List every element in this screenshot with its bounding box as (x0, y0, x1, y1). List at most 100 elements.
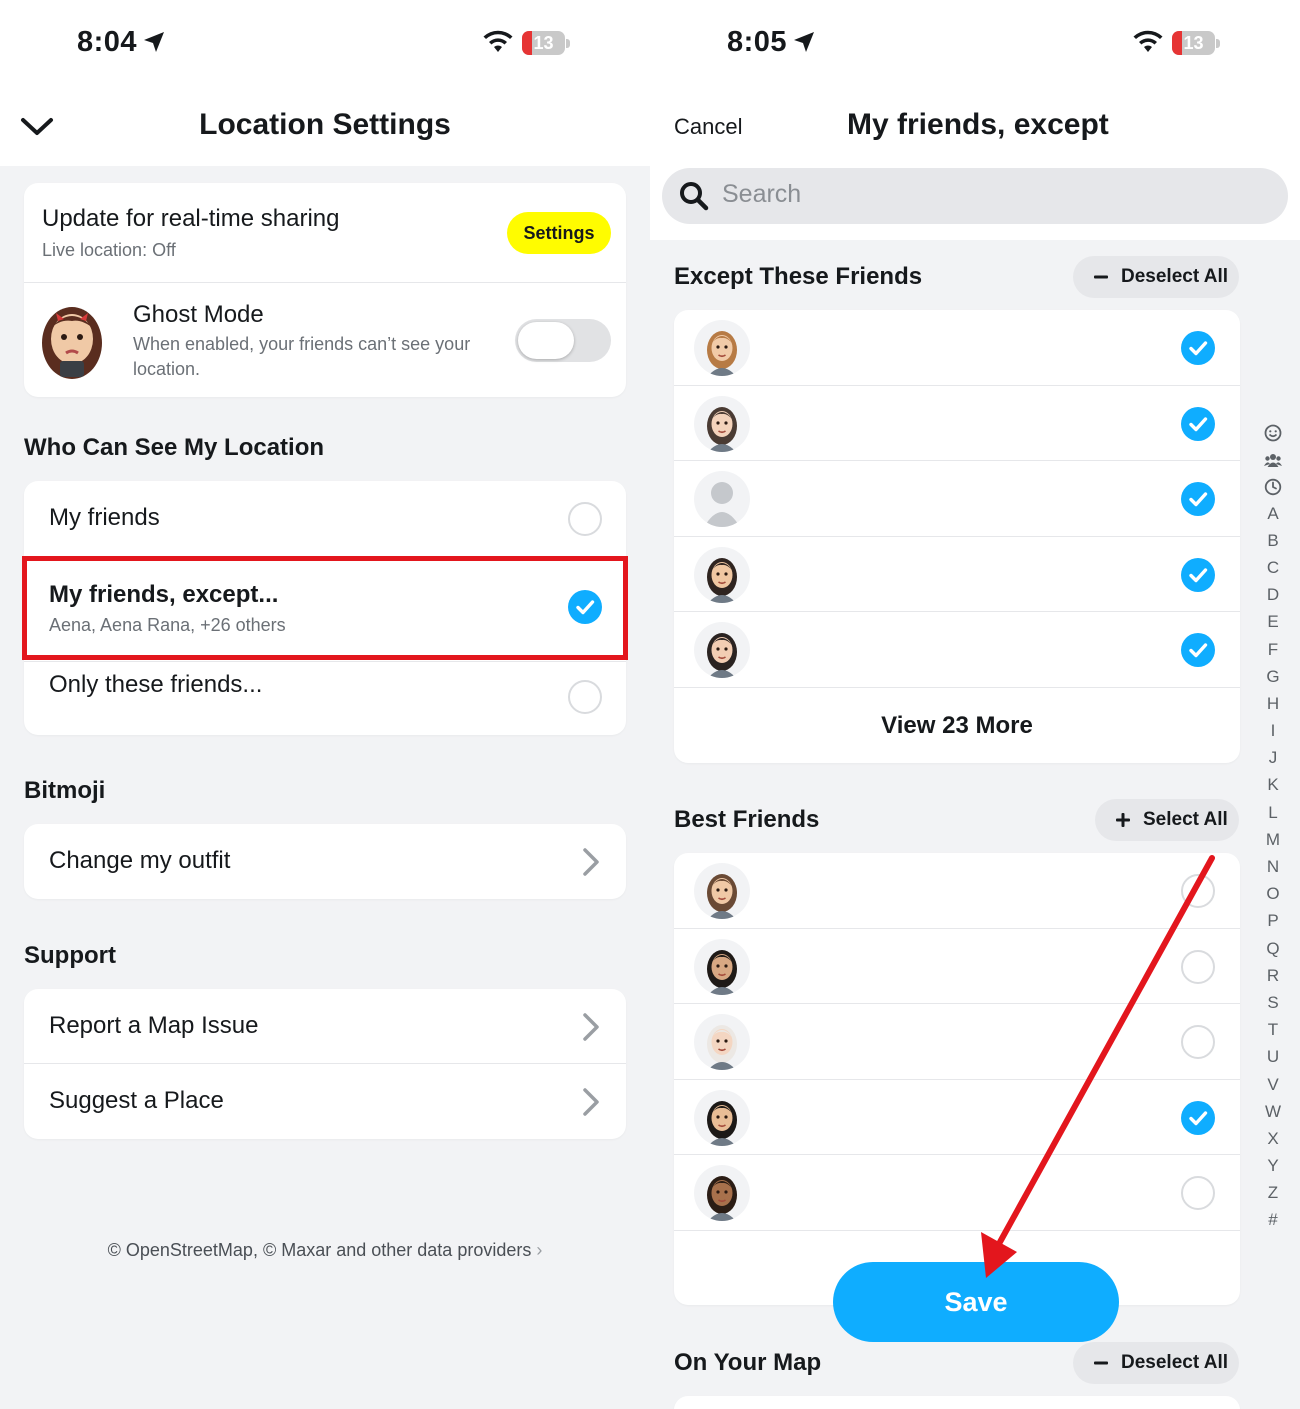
select-all-button[interactable]: Select All (1095, 799, 1239, 841)
status-bar: 8:04 13 (0, 0, 650, 90)
friend-row[interactable] (674, 1080, 1240, 1155)
divider (24, 661, 626, 662)
except-friends-list: View 23 More (674, 310, 1240, 763)
deselect-all-label: Deselect All (1121, 266, 1229, 287)
option-only-these-radio[interactable] (568, 680, 602, 714)
alphabet-letter[interactable]: A (1260, 500, 1286, 527)
alphabet-letter[interactable]: D (1260, 581, 1286, 608)
alphabet-letter[interactable]: W (1260, 1098, 1286, 1125)
alphabet-letter[interactable]: Y (1260, 1152, 1286, 1179)
deselect-all-button[interactable]: Deselect All (1073, 256, 1239, 298)
friend-unchecked-radio[interactable] (1181, 949, 1215, 984)
divider (24, 282, 626, 283)
chevron-right-icon (583, 848, 599, 876)
alphabet-letter[interactable]: B (1260, 527, 1286, 554)
friend-row[interactable] (674, 612, 1240, 688)
friend-row[interactable] (674, 310, 1240, 386)
recent-index-icon[interactable] (1260, 472, 1286, 499)
friend-row[interactable] (674, 461, 1240, 537)
alphabet-letter[interactable]: H (1260, 690, 1286, 717)
view-more-button[interactable]: View 23 More (674, 712, 1240, 740)
alphabet-letter[interactable]: C (1260, 554, 1286, 581)
change-outfit-row[interactable]: Change my outfit (24, 824, 626, 899)
alphabet-letter[interactable]: F (1260, 636, 1286, 663)
settings-button[interactable]: Settings (507, 212, 611, 254)
search-icon (680, 182, 709, 211)
alphabet-letter[interactable]: J (1260, 744, 1286, 771)
divider (674, 1229, 1240, 1231)
friend-unchecked-radio[interactable] (1181, 874, 1215, 908)
alphabet-letter[interactable]: N (1260, 853, 1286, 880)
alphabet-letter[interactable]: G (1260, 663, 1286, 690)
cancel-button[interactable]: Cancel (674, 114, 742, 140)
friend-checked-icon[interactable] (1181, 331, 1215, 365)
friends-except-screen: 8:05 13 Cancel My friends, except Search… (650, 0, 1300, 1409)
friend-row[interactable] (674, 537, 1240, 612)
search-input[interactable]: Search (722, 180, 801, 209)
friend-row[interactable] (674, 853, 1240, 929)
map-attribution[interactable]: © OpenStreetMap, © Maxar and other data … (0, 1240, 650, 1261)
page-title: Location Settings (199, 108, 451, 141)
status-time: 8:04 (77, 26, 138, 58)
friend-avatar (694, 1014, 750, 1070)
alphabet-letter[interactable]: V (1260, 1071, 1286, 1098)
alphabet-index[interactable]: A B C D E F G H I J K L M N O P Q R S T U V W X Y Z # (1260, 418, 1286, 1234)
deselect-all-map-button[interactable]: Deselect All (1073, 1342, 1239, 1384)
alphabet-letter[interactable]: L (1260, 799, 1286, 826)
alphabet-letter[interactable]: K (1260, 771, 1286, 798)
friend-row[interactable] (674, 1004, 1240, 1080)
friend-checked-icon[interactable] (1181, 557, 1215, 592)
alphabet-letter[interactable]: M (1260, 826, 1286, 853)
except-friends-heading: Except These Friends (674, 263, 923, 290)
report-map-issue-row[interactable]: Report a Map Issue (24, 989, 626, 1064)
chevron-right-icon: › (536, 1240, 543, 1260)
friend-row[interactable] (674, 929, 1240, 1004)
alphabet-letter[interactable]: Z (1260, 1179, 1286, 1206)
emoji-index-icon[interactable] (1260, 418, 1286, 445)
suggest-place-label: Suggest a Place (49, 1087, 224, 1114)
battery-icon: 13 (522, 31, 570, 55)
friend-checked-icon[interactable] (1181, 406, 1215, 441)
suggest-place-row[interactable]: Suggest a Place (24, 1064, 626, 1139)
ghost-mode-toggle[interactable] (515, 319, 611, 362)
alphabet-letter[interactable]: # (1260, 1206, 1286, 1233)
wifi-icon (483, 30, 513, 52)
bitmoji-heading: Bitmoji (24, 777, 106, 804)
alphabet-letter[interactable]: Q (1260, 935, 1286, 962)
alphabet-letter[interactable]: O (1260, 880, 1286, 907)
friend-checked-icon[interactable] (1181, 482, 1215, 516)
deselect-all-map-label: Deselect All (1121, 1352, 1229, 1373)
friend-unchecked-radio[interactable] (1181, 1176, 1215, 1210)
friend-checked-icon[interactable] (1181, 1100, 1215, 1135)
ghost-mode-description-line1: When enabled, your friends can’t see you… (133, 334, 471, 354)
friend-avatar (694, 395, 750, 452)
alphabet-letter[interactable]: R (1260, 962, 1286, 989)
save-button[interactable]: Save (833, 1262, 1119, 1342)
friend-row[interactable] (674, 1155, 1240, 1231)
alphabet-letter[interactable]: P (1260, 907, 1286, 934)
select-all-label: Select All (1143, 809, 1228, 830)
friend-unchecked-radio[interactable] (1181, 1025, 1215, 1059)
best-friends-heading: Best Friends (674, 806, 820, 833)
alphabet-letter[interactable]: I (1260, 717, 1286, 744)
wifi-icon (1133, 30, 1163, 52)
option-only-these-label: Only these friends... (49, 671, 263, 698)
search-bar[interactable]: Search (662, 168, 1288, 224)
status-time: 8:05 (727, 26, 788, 58)
battery-icon: 13 (1172, 31, 1220, 55)
alphabet-letter[interactable]: U (1260, 1043, 1286, 1070)
chevron-right-icon (583, 1013, 599, 1041)
who-can-see-heading: Who Can See My Location (24, 434, 325, 461)
alphabet-letter[interactable]: E (1260, 608, 1286, 635)
friend-row[interactable] (674, 386, 1240, 461)
alphabet-letter[interactable]: X (1260, 1125, 1286, 1152)
friend-avatar (694, 546, 750, 603)
option-my-friends-radio[interactable] (568, 502, 602, 536)
friend-checked-icon[interactable] (1181, 633, 1215, 667)
groups-index-icon[interactable] (1260, 445, 1286, 472)
friend-avatar (694, 320, 750, 376)
divider (674, 686, 1240, 688)
alphabet-letter[interactable]: T (1260, 1016, 1286, 1043)
chevron-right-icon (583, 1088, 599, 1116)
alphabet-letter[interactable]: S (1260, 989, 1286, 1016)
